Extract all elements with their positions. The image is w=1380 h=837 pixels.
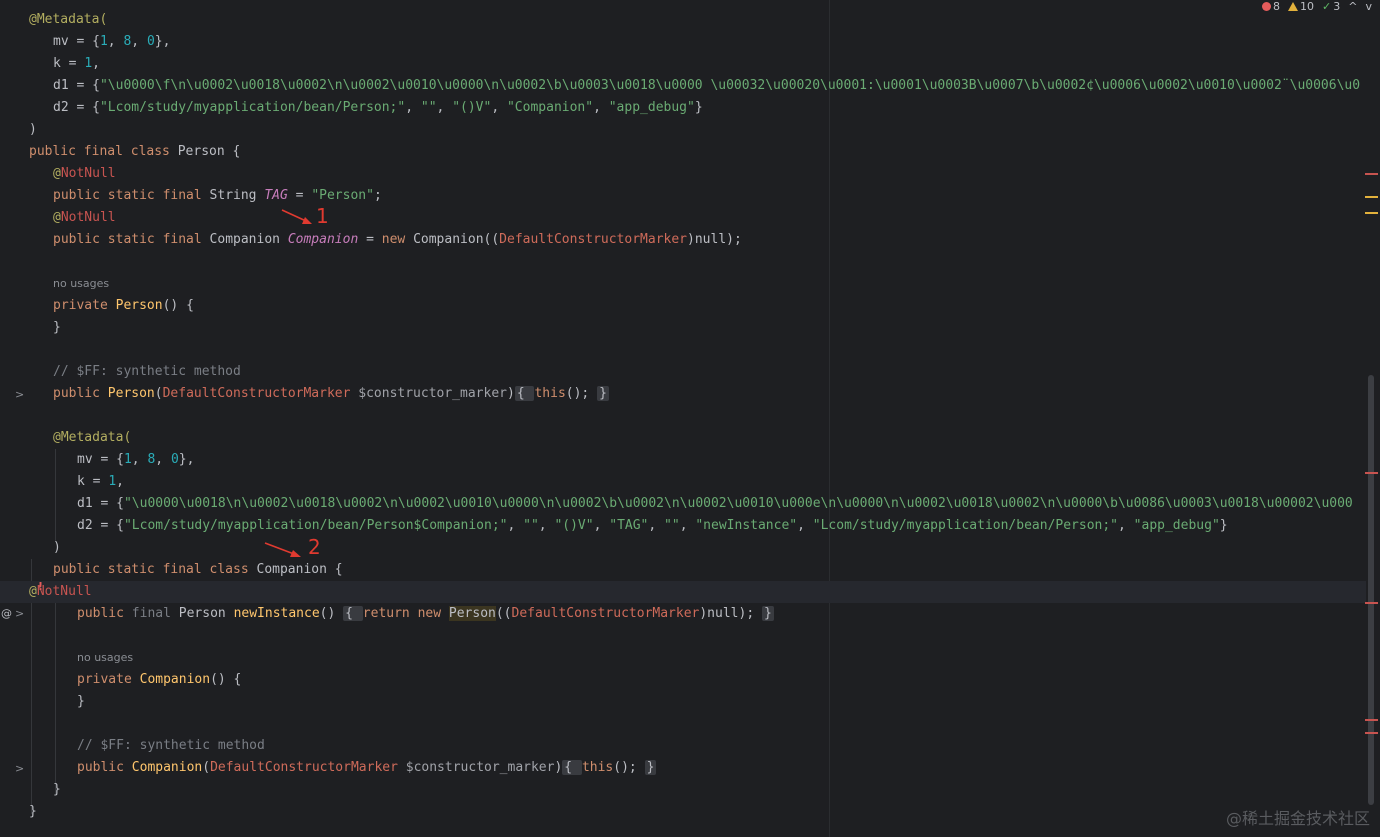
annotation-label-2: 2 [308,535,321,559]
watermark: @稀土掘金技术社区 [1225,809,1370,828]
arrow-1-icon [281,209,312,224]
error-stripe-marker[interactable] [1365,732,1378,734]
arrow-2-icon [264,542,301,557]
annotation-label-1: 1 [316,204,329,228]
warning-stripe-marker[interactable] [1365,212,1378,214]
error-stripe-marker[interactable] [1365,719,1378,721]
code-editor[interactable]: 8 10 ✓ 3 ^ v @Metadata( mv = {1, 8, 0}, k… [0,0,1380,837]
annotation-overlay [264,209,312,557]
error-stripe-marker[interactable] [1365,173,1378,175]
error-stripe-marker[interactable] [1365,472,1378,474]
vertical-scrollbar[interactable] [1368,375,1374,805]
warning-stripe-marker[interactable] [1365,196,1378,198]
error-stripe-marker[interactable] [1365,602,1378,604]
